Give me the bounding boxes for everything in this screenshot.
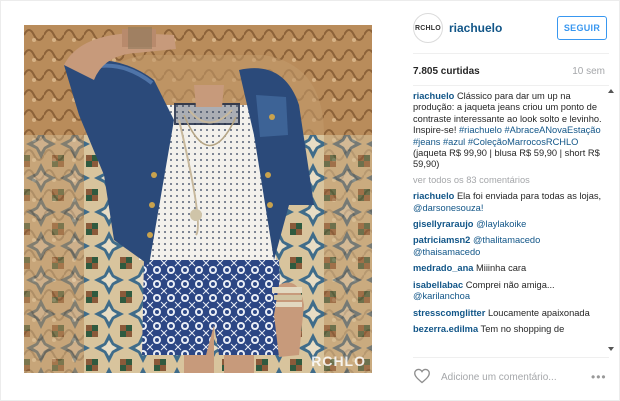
- avatar[interactable]: RCHLO: [413, 13, 443, 43]
- post-caption: riachuelo Clássico para dar um up na pro…: [413, 91, 603, 171]
- hashtag[interactable]: #ColeçãoMarrocosRCHLO: [468, 137, 579, 147]
- comments-list[interactable]: riachuelo Clássico para dar um up na pro…: [413, 91, 603, 353]
- more-options-icon[interactable]: •••: [591, 370, 607, 384]
- post-footer: •••: [413, 366, 613, 388]
- comment-item: bezerra.edilma Tem no shopping de: [413, 324, 603, 335]
- post-username[interactable]: riachuelo: [449, 21, 502, 35]
- scroll-up-icon[interactable]: [608, 89, 614, 93]
- comment-mention[interactable]: @karilanchoa: [413, 291, 470, 301]
- post-window: RCHLO RCHLO riachuelo SEGUIR 7.805 curti…: [0, 0, 620, 401]
- comment-text: Comprei não amiga...: [465, 279, 555, 290]
- photo-watermark: RCHLO: [311, 353, 366, 369]
- avatar-logo-text: RCHLO: [415, 24, 441, 32]
- post-photo[interactable]: RCHLO: [24, 25, 372, 373]
- footer-divider: [413, 357, 609, 358]
- comment-input[interactable]: [441, 369, 581, 385]
- comment-item: patriciamsn2 @thalitamacedo @thaisamaced…: [413, 235, 603, 258]
- hashtag[interactable]: #jeans: [413, 137, 440, 147]
- comment-text: Loucamente apaixonada: [487, 307, 590, 318]
- comment-text: Ela foi enviada para todas as lojas,: [456, 191, 602, 202]
- view-all-comments-link[interactable]: ver todos os 83 comentários: [413, 175, 603, 186]
- comment-author[interactable]: patriciamsn2: [413, 235, 470, 245]
- post-header: RCHLO riachuelo SEGUIR: [403, 11, 613, 45]
- comment-item: medrado_ana Miiinha cara: [413, 263, 603, 274]
- header-divider: [413, 53, 609, 54]
- comment-item: isabellabac Comprei não amiga... @karila…: [413, 280, 603, 303]
- comment-author[interactable]: medrado_ana: [413, 263, 473, 273]
- post-stats: 7.805 curtidas 10 sem: [413, 66, 605, 80]
- comment-text: Miiinha cara: [476, 263, 527, 274]
- caption-prices: (jaqueta R$ 99,90 | blusa R$ 59,90 | sho…: [413, 148, 600, 170]
- comment-author[interactable]: isabellabac: [413, 280, 463, 290]
- post-time[interactable]: 10 sem: [572, 66, 605, 77]
- caption-author[interactable]: riachuelo: [413, 91, 454, 101]
- comment-mention[interactable]: @laylakoike: [476, 219, 526, 229]
- comment-author[interactable]: gisellyraraujo: [413, 219, 473, 229]
- likes-count[interactable]: 7.805 curtidas: [413, 66, 480, 77]
- comment-author[interactable]: stresscomglitter: [413, 308, 485, 318]
- comment-item: gisellyraraujo @laylakoike: [413, 219, 603, 230]
- comment-author[interactable]: riachuelo: [413, 191, 454, 201]
- comment-item: riachuelo Ela foi enviada para todas as …: [413, 191, 603, 214]
- hashtag[interactable]: #AbraceANovaEstação: [505, 125, 601, 135]
- scroll-down-icon[interactable]: [608, 347, 614, 351]
- comment-text: Tem no shopping de: [480, 323, 565, 334]
- follow-button[interactable]: SEGUIR: [557, 16, 607, 40]
- comments-scrollbar[interactable]: [608, 89, 614, 351]
- comment-author[interactable]: bezerra.edilma: [413, 324, 478, 334]
- hashtag[interactable]: #riachuelo: [459, 125, 502, 135]
- comment-mention[interactable]: @darsonesouza!: [413, 203, 483, 213]
- fashion-photo: [24, 25, 372, 373]
- post-sidebar: RCHLO riachuelo SEGUIR 7.805 curtidas 10…: [403, 1, 620, 401]
- heart-icon[interactable]: [413, 368, 431, 384]
- hashtag[interactable]: #azul: [443, 137, 465, 147]
- stats-divider: [413, 85, 609, 86]
- comment-item: stresscomglitter Loucamente apaixonada: [413, 308, 603, 319]
